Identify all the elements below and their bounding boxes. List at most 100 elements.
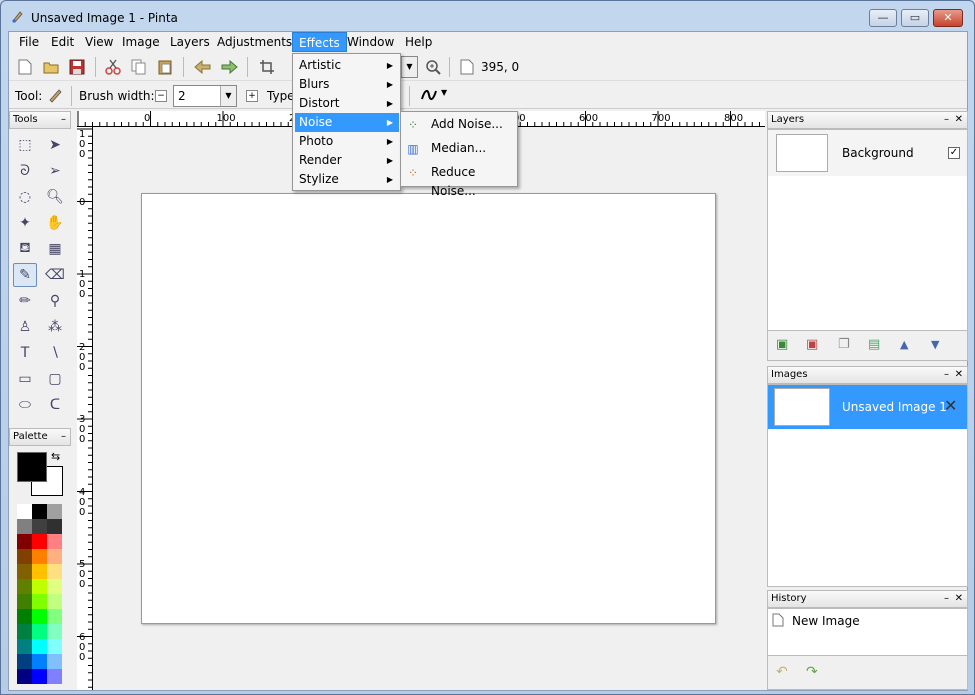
noise-menu-item-median[interactable]: ▥ Median... — [403, 139, 516, 158]
pin-icon[interactable]: – — [944, 367, 949, 383]
minimize-button[interactable]: — — [869, 9, 897, 27]
image-row[interactable]: Unsaved Image 1 ✕ — [768, 385, 967, 429]
palette-swatch[interactable] — [47, 504, 62, 519]
maximize-button[interactable]: ▭ — [901, 9, 929, 27]
ellipse-icon[interactable]: ⬭ — [13, 393, 37, 417]
paste-icon[interactable] — [155, 57, 175, 77]
palette-swatch[interactable] — [47, 654, 62, 669]
palette-swatch[interactable] — [17, 564, 32, 579]
palette-swatch[interactable] — [47, 594, 62, 609]
zoom-in-icon[interactable] — [423, 57, 443, 77]
paintbrush-icon[interactable]: ✎ — [13, 263, 37, 287]
add-layer-icon[interactable]: ▣ — [776, 337, 788, 352]
palette-swatch[interactable] — [32, 549, 47, 564]
menu-effects[interactable]: Effects — [292, 32, 347, 52]
antialiasing-icon[interactable] — [419, 85, 439, 105]
pin-icon[interactable]: – — [944, 112, 949, 128]
palette-swatch[interactable] — [32, 504, 47, 519]
palette-swatch[interactable] — [32, 654, 47, 669]
palette-swatch[interactable] — [17, 639, 32, 654]
effects-menu-item-noise[interactable]: Noise ▶ — [295, 113, 399, 132]
open-folder-icon[interactable] — [41, 57, 61, 77]
palette-swatch[interactable] — [47, 669, 62, 684]
menu-layers[interactable]: Layers — [164, 32, 216, 52]
palette-swatch[interactable] — [17, 669, 32, 684]
effects-menu-item-artistic[interactable]: Artistic ▶ — [295, 56, 399, 75]
palette-swatch[interactable] — [32, 579, 47, 594]
palette-swatch[interactable] — [47, 624, 62, 639]
brush-width-combo[interactable]: 2 ▼ — [173, 85, 237, 107]
cut-icon[interactable] — [103, 57, 123, 77]
history-item[interactable]: New Image — [768, 611, 967, 631]
move-layer-down-icon[interactable]: ▼ — [931, 338, 939, 351]
palette-swatch[interactable] — [32, 594, 47, 609]
text-icon[interactable]: T — [13, 341, 37, 365]
close-window-button[interactable]: ✕ — [933, 9, 963, 27]
palette-swatch[interactable] — [17, 549, 32, 564]
effects-menu-item-stylize[interactable]: Stylize ▶ — [295, 170, 399, 189]
palette-swatch[interactable] — [32, 534, 47, 549]
palette-swatch[interactable] — [17, 609, 32, 624]
title-bar[interactable]: Unsaved Image 1 - Pinta — ▭ ✕ — [1, 1, 974, 31]
effects-menu-item-distort[interactable]: Distort ▶ — [295, 94, 399, 113]
merge-layer-icon[interactable]: ▤ — [868, 337, 880, 352]
move-selection-icon[interactable]: ➤ — [43, 133, 67, 157]
close-image-icon[interactable]: ✕ — [944, 396, 957, 415]
paint-bucket-icon[interactable]: ⛾ — [13, 237, 37, 261]
palette-swatch[interactable] — [47, 549, 62, 564]
palette-swatch[interactable] — [47, 579, 62, 594]
chevron-down-icon[interactable]: ▼ — [441, 88, 447, 97]
freeform-shape-icon[interactable]: ᑕ — [43, 393, 67, 417]
palette-swatch[interactable] — [32, 564, 47, 579]
palette-swatch[interactable] — [32, 669, 47, 684]
layer-visibility-checkbox[interactable]: ✓ — [948, 147, 960, 159]
clone-stamp-icon[interactable]: ♙ — [13, 315, 37, 339]
palette-swatch[interactable] — [17, 519, 32, 534]
close-icon[interactable]: ✕ — [955, 367, 963, 383]
menu-help[interactable]: Help — [399, 32, 438, 52]
menu-edit[interactable]: Edit — [45, 32, 80, 52]
increase-width-button[interactable]: + — [246, 90, 258, 102]
effects-menu-item-render[interactable]: Render ▶ — [295, 151, 399, 170]
save-icon[interactable] — [67, 57, 87, 77]
chevron-down-icon[interactable]: ▼ — [401, 57, 417, 77]
pin-icon[interactable]: – — [61, 112, 66, 128]
pin-icon[interactable]: – — [944, 591, 949, 607]
color-picker-icon[interactable]: ⚲ — [43, 289, 67, 313]
zoom-icon[interactable]: 🔍︎ — [43, 185, 67, 209]
menu-window[interactable]: Window — [341, 32, 400, 52]
magic-wand-icon[interactable]: ✦ — [13, 211, 37, 235]
palette-swatch[interactable] — [47, 534, 62, 549]
rectangle-select-icon[interactable]: ⬚ — [13, 133, 37, 157]
rounded-rectangle-icon[interactable]: ▢ — [43, 367, 67, 391]
palette-swatch[interactable] — [17, 654, 32, 669]
ellipse-select-icon[interactable]: ◌ — [13, 185, 37, 209]
palette-swatch[interactable] — [32, 624, 47, 639]
delete-layer-icon[interactable]: ▣ — [806, 337, 818, 352]
chevron-down-icon[interactable]: ▼ — [220, 86, 236, 106]
menu-view[interactable]: View — [79, 32, 119, 52]
palette-swatch[interactable] — [47, 609, 62, 624]
pan-icon[interactable]: ✋ — [43, 211, 67, 235]
pin-icon[interactable]: – — [61, 429, 66, 445]
close-icon[interactable]: ✕ — [955, 112, 963, 128]
palette-swatch[interactable] — [32, 519, 47, 534]
palette-swatch[interactable] — [17, 594, 32, 609]
pencil-icon[interactable]: ✏ — [13, 289, 37, 313]
gradient-icon[interactable]: ▦ — [43, 237, 67, 261]
menu-adjustments[interactable]: Adjustments — [211, 32, 298, 52]
move-selected-icon[interactable]: ➢ — [43, 159, 67, 183]
line-curve-icon[interactable]: ∖ — [43, 341, 67, 365]
noise-menu-item-add-noise[interactable]: ⁘ Add Noise... — [403, 115, 516, 134]
palette-swatch[interactable] — [47, 519, 62, 534]
crop-icon[interactable] — [257, 57, 277, 77]
duplicate-layer-icon[interactable]: ❐ — [838, 337, 850, 352]
palette-swatch[interactable] — [17, 504, 32, 519]
lasso-select-icon[interactable]: ᘐ — [13, 159, 37, 183]
palette-swatch[interactable] — [17, 534, 32, 549]
image-canvas[interactable] — [141, 193, 716, 624]
move-layer-up-icon[interactable]: ▲ — [900, 338, 908, 351]
undo-icon[interactable]: ↶ — [776, 664, 788, 680]
menu-image[interactable]: Image — [116, 32, 166, 52]
rectangle-icon[interactable]: ▭ — [13, 367, 37, 391]
